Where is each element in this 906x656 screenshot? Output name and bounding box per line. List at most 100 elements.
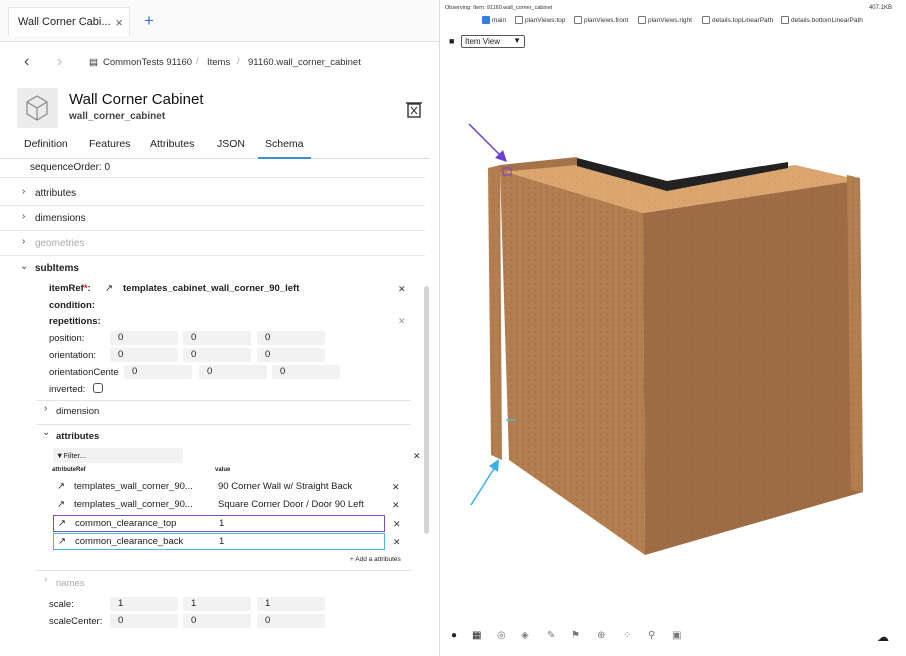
tab-attributes[interactable]: Attributes bbox=[150, 138, 194, 157]
geometries-node[interactable]: › geometries bbox=[0, 232, 425, 256]
tab-features[interactable]: Features bbox=[89, 138, 130, 157]
itemref-label: itemRef bbox=[49, 283, 84, 294]
scale-center-x[interactable]: 0 bbox=[110, 614, 178, 628]
left-panel: Wall Corner Cabi... × + ‹ › ▤ CommonTests… bbox=[0, 0, 440, 656]
new-tab-button[interactable]: + bbox=[144, 11, 154, 31]
scale-y[interactable]: 1 bbox=[183, 597, 251, 611]
tab-json[interactable]: JSON bbox=[217, 138, 245, 157]
tab-strip: Wall Corner Cabi... × + bbox=[0, 0, 439, 42]
names-node[interactable]: names bbox=[56, 578, 85, 589]
close-tab-icon[interactable]: × bbox=[115, 15, 123, 30]
breadcrumb-catalog[interactable]: CommonTests 91160 bbox=[103, 57, 192, 68]
flag-icon[interactable]: ⚑ bbox=[571, 630, 580, 641]
sequence-row: sequenceOrder: 0 bbox=[0, 160, 425, 178]
close-icon[interactable]: ✕ bbox=[393, 519, 401, 530]
cube-icon bbox=[17, 88, 58, 128]
external-link-icon[interactable]: ↗ bbox=[58, 536, 66, 547]
orientation-y[interactable]: 0 bbox=[183, 348, 251, 362]
inverted-checkbox[interactable] bbox=[93, 383, 103, 393]
position-x[interactable]: 0 bbox=[110, 331, 178, 345]
chevron-right-icon: › bbox=[22, 186, 26, 197]
tab-title: Wall Corner Cabi... bbox=[18, 16, 111, 28]
tab-definition[interactable]: Definition bbox=[24, 138, 68, 157]
add-attribute-button[interactable]: + Add a attributes bbox=[350, 556, 401, 563]
forward-icon[interactable]: › bbox=[57, 53, 62, 71]
external-link-icon[interactable]: ↗ bbox=[57, 499, 65, 510]
dimension-node[interactable]: dimension bbox=[56, 406, 99, 417]
attributes-node[interactable]: attributes bbox=[56, 431, 99, 442]
inverted-label: inverted: bbox=[49, 384, 86, 395]
tab-schema[interactable]: Schema bbox=[258, 138, 311, 159]
attribute-row[interactable]: ↗ templates_wall_corner_90... Square Corne… bbox=[53, 497, 400, 514]
arrow-top bbox=[468, 123, 507, 162]
close-icon[interactable]: ✕ bbox=[413, 451, 421, 462]
palette-icon[interactable]: ● bbox=[451, 630, 457, 641]
attribute-row[interactable]: ↗ common_clearance_top 1 ✕ bbox=[53, 515, 401, 532]
chevron-right-icon: › bbox=[44, 403, 48, 414]
close-icon[interactable]: ✕ bbox=[392, 500, 400, 511]
chevron-right-icon: › bbox=[44, 574, 48, 585]
target-icon[interactable]: ⊕ bbox=[597, 630, 605, 641]
dimensions-node[interactable]: › dimensions bbox=[0, 207, 425, 231]
cloud-icon[interactable]: ☁ bbox=[877, 630, 889, 644]
breadcrumb-item[interactable]: 91160.wall_corner_cabinet bbox=[248, 57, 361, 68]
orientation-center-y[interactable]: 0 bbox=[199, 365, 267, 379]
orientation-z[interactable]: 0 bbox=[257, 348, 325, 362]
arrow-bottom bbox=[470, 459, 499, 506]
divider bbox=[36, 570, 411, 571]
attribute-row[interactable]: ↗ common_clearance_back 1 ✕ bbox=[53, 533, 401, 550]
cabinet-3d-view[interactable] bbox=[443, 0, 906, 620]
close-icon[interactable]: ✕ bbox=[398, 284, 406, 295]
position-label: position: bbox=[49, 333, 85, 344]
condition-label: condition: bbox=[49, 300, 95, 311]
filter-input[interactable]: ▼Filter... bbox=[53, 448, 183, 463]
scale-center-z[interactable]: 0 bbox=[257, 614, 325, 628]
orientation-center-x[interactable]: 0 bbox=[124, 365, 192, 379]
scale-center-y[interactable]: 0 bbox=[183, 614, 251, 628]
item-tab[interactable]: Wall Corner Cabi... × bbox=[8, 7, 130, 36]
external-link-icon[interactable]: ↗ bbox=[105, 283, 113, 294]
page-subtitle: wall_corner_cabinet bbox=[69, 111, 166, 122]
tab-bar: Definition Features Attributes JSON Sche… bbox=[0, 134, 430, 159]
orientation-center-label: orientationCente bbox=[49, 367, 119, 378]
grid-icon[interactable]: ▦ bbox=[472, 630, 481, 641]
repetitions-label: repetitions: bbox=[49, 316, 101, 327]
orientation-center-z[interactable]: 0 bbox=[272, 365, 340, 379]
chevron-right-icon: › bbox=[22, 236, 26, 247]
catalog-icon: ▤ bbox=[89, 57, 98, 68]
breadcrumb: ‹ › ▤ CommonTests 91160 / Items / 91160.… bbox=[24, 53, 361, 71]
hierarchy-icon[interactable]: ⚲ bbox=[648, 630, 655, 641]
itemref-value[interactable]: templates_cabinet_wall_corner_90_left bbox=[123, 283, 299, 294]
box-icon[interactable]: ◈ bbox=[521, 630, 529, 641]
scale-z[interactable]: 1 bbox=[257, 597, 325, 611]
chevron-down-icon: ⌄ bbox=[20, 261, 29, 272]
position-y[interactable]: 0 bbox=[183, 331, 251, 345]
sphere-icon[interactable]: ◎ bbox=[497, 630, 506, 641]
external-link-icon[interactable]: ↗ bbox=[57, 481, 65, 492]
trash-icon[interactable] bbox=[405, 99, 423, 119]
chevron-down-icon: ⌄ bbox=[42, 427, 51, 438]
column-attribute-ref: attributeRef bbox=[52, 467, 86, 473]
scale-x[interactable]: 1 bbox=[110, 597, 178, 611]
orientation-x[interactable]: 0 bbox=[110, 348, 178, 362]
position-z[interactable]: 0 bbox=[257, 331, 325, 345]
attribute-row[interactable]: ↗ templates_wall_corner_90... 90 Corner Wa… bbox=[53, 479, 400, 496]
scale-label: scale: bbox=[49, 599, 74, 610]
brush-icon[interactable]: ✎ bbox=[547, 630, 555, 641]
subitems-node[interactable]: ⌄ subItems bbox=[0, 257, 425, 281]
close-icon[interactable]: ✕ bbox=[392, 482, 400, 493]
attributes-node[interactable]: › attributes bbox=[0, 182, 425, 206]
external-link-icon[interactable]: ↗ bbox=[58, 518, 66, 529]
divider bbox=[36, 400, 411, 401]
breadcrumb-items[interactable]: Items bbox=[207, 57, 230, 68]
close-icon[interactable]: ✕ bbox=[398, 316, 406, 327]
image-icon[interactable]: ▣ bbox=[672, 630, 681, 641]
schema-tree: sequenceOrder: 0 › attributes › dimensions… bbox=[0, 160, 430, 630]
orientation-label: orientation: bbox=[49, 350, 97, 361]
back-icon[interactable]: ‹ bbox=[24, 53, 29, 71]
dots-icon[interactable]: ⁘ bbox=[623, 630, 631, 641]
close-icon[interactable]: ✕ bbox=[393, 537, 401, 548]
column-value: value bbox=[215, 467, 231, 473]
scrollbar[interactable] bbox=[424, 286, 429, 534]
viewer-panel: Observing: Item: 91160.wall_corner_cabin… bbox=[443, 0, 906, 656]
